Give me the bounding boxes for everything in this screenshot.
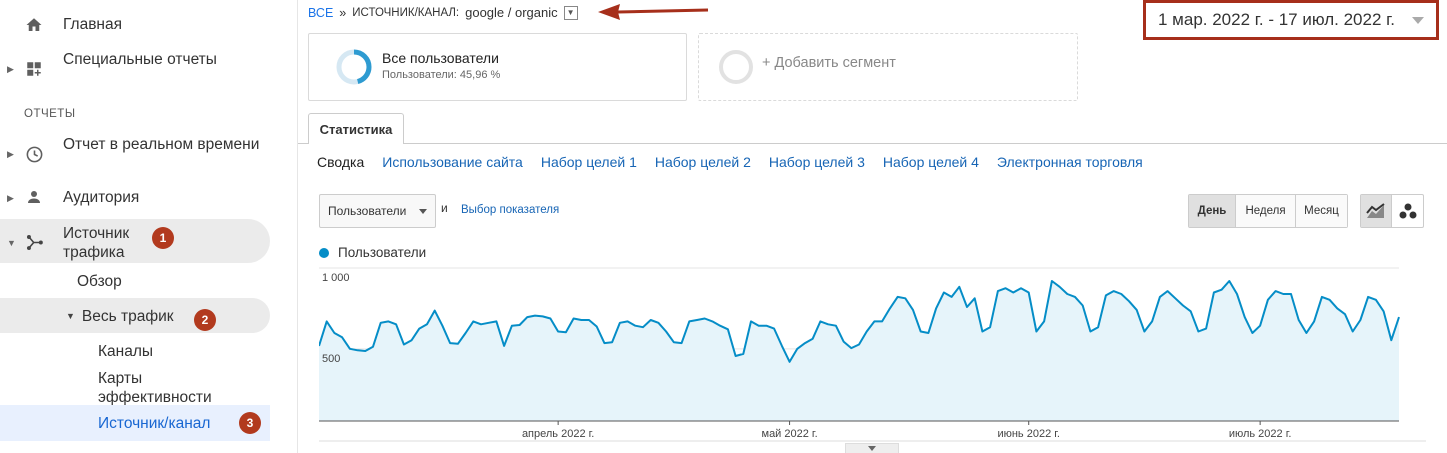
sidebar-item-label: Аудитория [63,189,140,206]
annotation-badge-3: 3 [239,412,261,434]
date-range-picker[interactable]: 1 мар. 2022 г. - 17 июл. 2022 г. [1143,0,1439,40]
breadcrumb-dropdown-button[interactable]: ▼ [563,5,578,20]
analytics-page: Главная ▶ Специальные отчеты ОТЧЕТЫ ▶ От… [0,0,1447,453]
sidebar-item-source-medium[interactable]: Источник/канал [98,414,210,433]
line-chart-button[interactable] [1361,195,1392,227]
add-segment-button[interactable]: + Добавить сегмент [698,33,1078,101]
breadcrumb-separator: » [339,5,347,20]
x-tick-label: апрель 2022 г. [522,428,594,440]
subtab-site-usage[interactable]: Использование сайта [382,154,523,170]
sidebar: Главная ▶ Специальные отчеты ОТЧЕТЫ ▶ От… [0,0,298,453]
section-label-reports: ОТЧЕТЫ [24,108,76,120]
sidebar-item-treemaps[interactable]: Карты эффективности [98,369,248,407]
bubble-chart-icon [1399,203,1416,219]
x-tick-label: июнь 2022 г. [997,428,1060,440]
and-label: и [441,201,448,215]
y-tick-label: 500 [322,353,340,365]
period-day-button[interactable]: День [1189,195,1235,227]
sidebar-item-label: Специальные отчеты [63,51,217,68]
metric-select[interactable]: Пользователи [319,194,436,228]
sidebar-item-label: Отчет в реальном времени [63,136,260,153]
segment-ring-icon [336,49,372,85]
chevron-down-icon [1412,17,1424,24]
clock-icon [24,144,44,164]
period-week-button[interactable]: Неделя [1235,195,1295,227]
subtab-ecommerce[interactable]: Электронная торговля [997,154,1143,170]
select-metric-link[interactable]: Выбор показателя [461,204,559,216]
empty-segment-ring-icon [719,50,753,84]
legend-dot-users [319,247,329,258]
users-chart[interactable]: 1 000 500 апрель 2022 г. май 2022 г. июнь 20… [319,262,1426,453]
legend-label-users: Пользователи [338,245,427,260]
segment-all-users[interactable]: Все пользователи Пользователи: 45,96 % [308,33,687,101]
chevron-down-icon: ▼ [66,311,75,321]
expand-chart-handle[interactable] [845,443,899,453]
period-toggle: День Неделя Месяц [1188,194,1348,228]
subtab-goal-set-3[interactable]: Набор целей 3 [769,154,865,170]
subtab-goal-set-2[interactable]: Набор целей 2 [655,154,751,170]
sidebar-item-audience[interactable]: ▶ Аудитория [0,188,290,207]
chevron-down-icon [419,209,427,214]
tab-statistics[interactable]: Статистика [308,113,404,144]
annotation-badge-2: 2 [194,309,216,331]
chevron-down-icon: ▼ [7,238,16,248]
sidebar-item-custom-reports[interactable]: ▶ Специальные отчеты [0,50,290,88]
report-subtabs: Сводка Использование сайта Набор целей 1… [317,154,1143,170]
chevron-right-icon: ▶ [7,193,14,203]
line-chart-icon [1366,203,1385,218]
annotation-badge-1: 1 [152,227,174,249]
add-segment-label: + Добавить сегмент [762,55,896,71]
tab-divider [298,143,1447,144]
y-tick-label: 1 000 [322,272,350,284]
chart-type-toggle [1360,194,1424,228]
breadcrumb-value: google / organic [465,5,558,20]
x-tick-label: июль 2022 г. [1229,428,1292,440]
subtab-summary[interactable]: Сводка [317,154,364,170]
home-icon [24,15,44,35]
sidebar-item-label: Весь трафик [81,308,174,325]
sidebar-item-label: Источник трафика [63,225,130,261]
segment-title: Все пользователи [382,50,499,66]
sidebar-item-all-traffic[interactable]: ▼ Весь трафик [66,307,174,326]
sidebar-item-label: Главная [63,16,122,33]
sidebar-item-channels[interactable]: Каналы [98,342,153,361]
person-icon [24,187,44,207]
breadcrumb-dimension: ИСТОЧНИК/КАНАЛ: [352,6,460,19]
bubble-chart-button[interactable] [1392,195,1423,227]
chart-legend: Пользователи [319,245,426,260]
dashboard-add-icon [24,59,44,79]
sidebar-item-acquisition[interactable]: ▼ Источник трафика [0,224,290,262]
subtab-goal-set-1[interactable]: Набор целей 1 [541,154,637,170]
sidebar-item-realtime[interactable]: ▶ Отчет в реальном времени [0,135,290,173]
x-tick-label: май 2022 г. [762,428,818,440]
acquisition-icon [24,232,44,252]
metric-select-value: Пользователи [328,204,407,218]
segment-subtitle: Пользователи: 45,96 % [382,69,501,81]
period-month-button[interactable]: Месяц [1295,195,1347,227]
chevron-right-icon: ▶ [7,64,14,74]
chevron-right-icon: ▶ [7,149,14,159]
annotation-arrow-icon [598,4,709,20]
chevron-down-icon: ▼ [566,8,575,17]
sidebar-item-overview[interactable]: Обзор [77,272,122,291]
breadcrumb: ВСЕ » ИСТОЧНИК/КАНАЛ: google / organic ▼ [308,5,578,20]
subtab-goal-set-4[interactable]: Набор целей 4 [883,154,979,170]
date-range-text: 1 мар. 2022 г. - 17 июл. 2022 г. [1158,10,1395,29]
breadcrumb-all-link[interactable]: ВСЕ [308,6,333,20]
series-area-users [319,281,1399,421]
